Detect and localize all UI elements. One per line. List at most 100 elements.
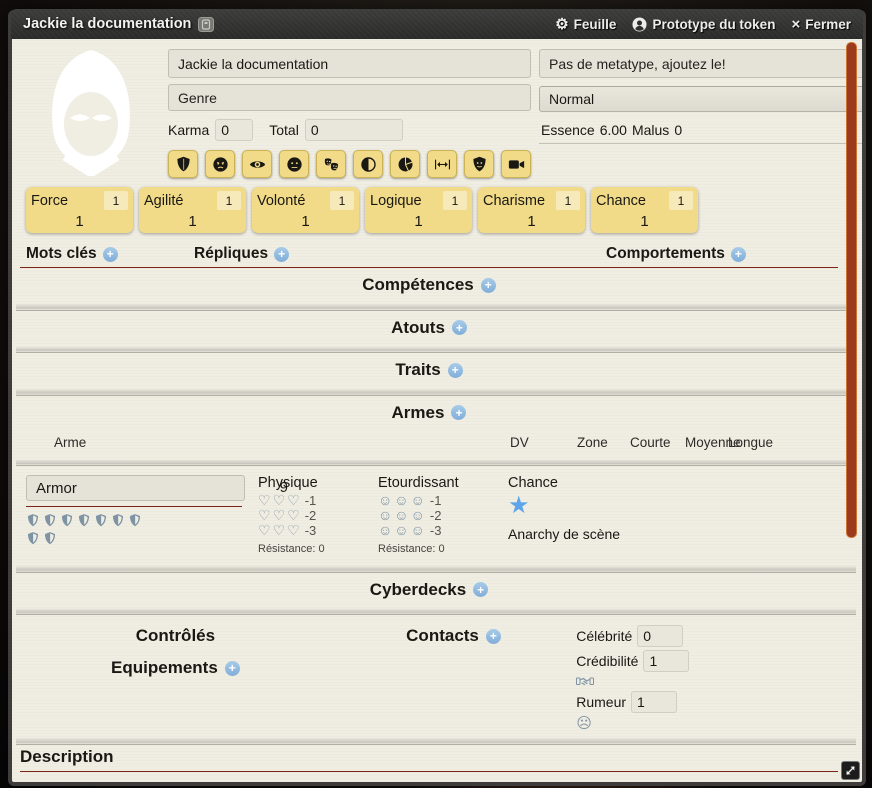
add-cue-button[interactable]: + — [274, 247, 289, 262]
attribute-card-chance: Chance 1 — [591, 187, 698, 233]
heart-icon[interactable]: ♡ — [258, 508, 271, 523]
metatype-select[interactable]: Normal — [539, 86, 862, 112]
sheet-config-button[interactable]: ⚙ Feuille — [555, 17, 616, 32]
add-contact-button[interactable]: + — [486, 629, 501, 644]
defense-roll-button[interactable] — [168, 150, 198, 178]
shield-face-icon — [471, 156, 488, 173]
shield-pip-icon[interactable] — [128, 513, 142, 528]
window-titlebar[interactable]: Jackie la documentation ⚙ Feuille — [11, 9, 863, 39]
attribute-max-input[interactable] — [330, 191, 354, 210]
judge-intentions-roll-button[interactable] — [353, 150, 383, 178]
gear-icon: ⚙ — [555, 17, 568, 32]
smiley-icon[interactable]: ☺ — [378, 493, 392, 508]
smiley-icon[interactable]: ☺ — [394, 508, 408, 523]
smiley-icon[interactable]: ☺ — [394, 493, 408, 508]
shield-pip-icon[interactable] — [26, 513, 40, 528]
weapon-col-courte: Courte — [630, 435, 685, 450]
star-icon[interactable]: ★ — [508, 495, 530, 517]
heart-icon[interactable]: ♡ — [273, 523, 286, 538]
character-name-input[interactable] — [168, 49, 531, 78]
essence-value: 6.00 — [600, 122, 627, 138]
surveillance-roll-button[interactable] — [501, 150, 531, 178]
heart-icon[interactable]: ♡ — [287, 523, 300, 538]
character-portrait[interactable] — [26, 46, 156, 176]
heart-icon[interactable]: ♡ — [273, 508, 286, 523]
scrollbar-thumb[interactable] — [846, 42, 857, 538]
attribute-roll-value[interactable]: 1 — [370, 210, 467, 231]
add-disposition-button[interactable]: + — [731, 247, 746, 262]
shield-pip-icon[interactable] — [77, 513, 91, 528]
metatype-column: Normal Essence 6.00 Malus 0 — [539, 46, 862, 178]
armor-name-input[interactable] — [26, 475, 245, 501]
heart-icon[interactable]: ♡ — [287, 508, 300, 523]
vertical-scrollbar[interactable] — [846, 42, 857, 779]
athletics-roll-button[interactable] — [427, 150, 457, 178]
attribute-label: Agilité — [144, 193, 184, 209]
heart-icon[interactable]: ♡ — [258, 523, 271, 538]
rumor-input[interactable] — [631, 691, 677, 713]
attribute-card-force: Force 1 — [26, 187, 133, 233]
heart-icon[interactable]: ♡ — [273, 493, 286, 508]
acting-roll-button[interactable] — [316, 150, 346, 178]
physical-resistance: Résistance: 0 — [258, 543, 362, 555]
shield-pip-icon[interactable] — [43, 531, 57, 546]
smiley-icon[interactable]: ☺ — [411, 493, 425, 508]
window-resize-handle[interactable] — [841, 761, 860, 780]
resistance-roll-button[interactable] — [464, 150, 494, 178]
karma-total-input[interactable] — [305, 119, 403, 141]
celebrity-input[interactable] — [637, 625, 683, 647]
shield-pip-icon[interactable] — [94, 513, 108, 528]
section-divider — [16, 565, 856, 573]
word-bars: Mots clés + Répliques + Comportements + — [26, 245, 838, 263]
add-keyword-button[interactable]: + — [103, 247, 118, 262]
smiley-icon[interactable]: ☺ — [378, 523, 392, 538]
physical-monitor-row: ♡♡♡ -2 — [258, 508, 362, 523]
attribute-max-input[interactable] — [556, 191, 580, 210]
close-button[interactable]: × Fermer — [791, 17, 851, 32]
add-weapon-button[interactable]: + — [451, 405, 466, 420]
physical-monitor-row: ♡♡♡ -3 — [258, 523, 362, 538]
handshake-icon[interactable] — [576, 675, 594, 688]
smiley-icon[interactable]: ☺ — [378, 508, 392, 523]
controlled-equipment-column: Contrôlés Equipements + — [20, 621, 331, 737]
bottom-grid: Contrôlés Equipements + Contacts + Cél — [20, 615, 838, 737]
shield-pip-icon[interactable] — [111, 513, 125, 528]
attribute-roll-value[interactable]: 1 — [483, 210, 580, 231]
metatype-input[interactable] — [539, 49, 862, 78]
smiley-icon[interactable]: ☺ — [411, 523, 425, 538]
attribute-max-input[interactable] — [443, 191, 467, 210]
add-equipment-button[interactable]: + — [225, 661, 240, 676]
genre-input[interactable] — [168, 84, 531, 111]
attribute-max-input[interactable] — [669, 191, 693, 210]
smiley-icon[interactable]: ☺ — [394, 523, 408, 538]
shield-pip-icon[interactable] — [60, 513, 74, 528]
attribute-max-input[interactable] — [104, 191, 128, 210]
add-quality-button[interactable]: + — [448, 363, 463, 378]
karma-input[interactable] — [215, 119, 253, 141]
frown-icon[interactable]: ☹ — [576, 716, 592, 731]
heart-icon[interactable]: ♡ — [287, 493, 300, 508]
attribute-roll-value[interactable]: 1 — [31, 210, 128, 231]
attribute-max-input[interactable] — [217, 191, 241, 210]
credibility-input[interactable] — [643, 650, 689, 672]
memory-roll-button[interactable] — [390, 150, 420, 178]
composure-roll-button[interactable] — [279, 150, 309, 178]
intimidation-roll-button[interactable] — [205, 150, 235, 178]
stun-monitor-row: ☺☺☺ -1 — [378, 493, 482, 508]
shield-pip-icon[interactable] — [43, 513, 57, 528]
heart-icon[interactable]: ♡ — [258, 493, 271, 508]
attribute-label: Charisme — [483, 193, 545, 209]
add-shadowamp-button[interactable]: + — [452, 320, 467, 335]
meh-face-icon — [286, 156, 303, 173]
attribute-roll-value[interactable]: 1 — [144, 210, 241, 231]
token-prototype-button[interactable]: Prototype du token — [632, 17, 775, 32]
shield-pip-icon[interactable] — [26, 531, 40, 546]
add-cyberdeck-button[interactable]: + — [473, 582, 488, 597]
essence-row: Essence 6.00 Malus 0 — [539, 119, 862, 144]
attribute-roll-value[interactable]: 1 — [596, 210, 693, 231]
attribute-roll-value[interactable]: 1 — [257, 210, 354, 231]
add-skill-button[interactable]: + — [481, 278, 496, 293]
smiley-icon[interactable]: ☺ — [411, 508, 425, 523]
document-link-icon[interactable] — [198, 17, 214, 32]
perception-roll-button[interactable] — [242, 150, 272, 178]
